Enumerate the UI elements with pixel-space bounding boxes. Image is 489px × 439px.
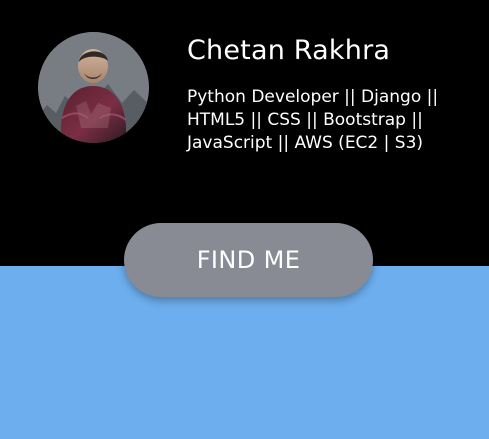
avatar — [38, 32, 149, 143]
profile-bio: Python Developer || Django || HTML5 || C… — [187, 87, 439, 153]
find-me-button[interactable]: FIND ME — [124, 223, 373, 297]
profile-name: Chetan Rakhra — [187, 35, 391, 66]
